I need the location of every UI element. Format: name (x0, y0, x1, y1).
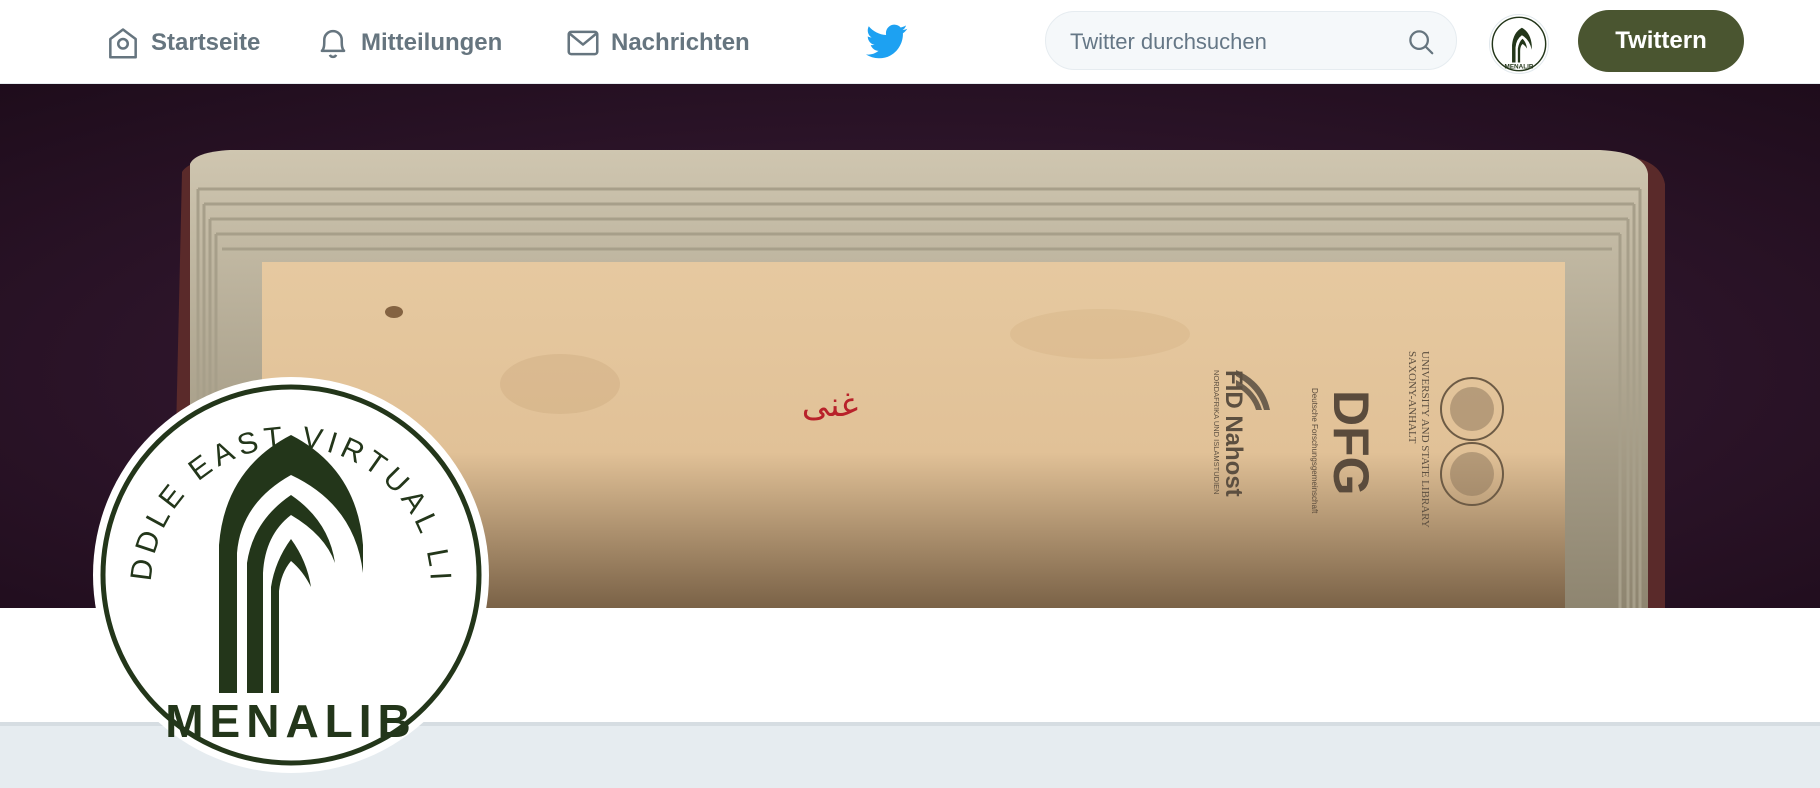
nav-notifications-label: Mitteilungen (361, 29, 503, 56)
bell-icon (320, 29, 346, 59)
envelope-icon (567, 30, 599, 56)
search-icon[interactable] (1406, 27, 1436, 57)
search-box[interactable] (1045, 11, 1457, 70)
svg-text:MENALIB: MENALIB (1505, 63, 1534, 70)
menalib-seal-small-icon: MENALIB (1491, 16, 1547, 72)
book-inscription: غنی (802, 385, 858, 425)
twitter-bird-icon (866, 24, 908, 59)
nav-notifications[interactable]: Mitteilungen (314, 22, 502, 64)
nav-home-label: Startseite (151, 29, 261, 56)
profile-avatar[interactable]: THE MIDDLE EAST VIRTUAL LIBRARY MENALIB (78, 351, 489, 773)
ulb-line1: UNIVERSITY AND STATE LIBRARY (1419, 351, 1431, 528)
fid-subtitle: NORDAFRIKA UND ISLAMSTUDIEN (1212, 370, 1221, 495)
fid-title: FID Nahost (1220, 370, 1247, 497)
profile-name: MENALIB (165, 695, 417, 747)
dfg-title: DFG (1323, 390, 1379, 496)
nav-messages[interactable]: Nachrichten (564, 22, 750, 64)
ulb-line2: SAXONY-ANHALT (1406, 351, 1418, 444)
user-avatar[interactable]: MENALIB (1489, 14, 1549, 74)
dfg-subtitle: Deutsche Forschungsgemeinschaft (1310, 388, 1319, 514)
tweet-button[interactable]: Twittern (1578, 10, 1744, 72)
nav-home[interactable]: Startseite (104, 22, 260, 64)
home-icon (109, 28, 137, 59)
search-input[interactable] (1068, 27, 1402, 57)
top-navigation-bar: Startseite Mitteilungen Nachrichten MENA… (0, 0, 1820, 84)
nav-messages-label: Nachrichten (611, 29, 750, 56)
twitter-logo[interactable] (866, 24, 908, 60)
menalib-seal-icon: THE MIDDLE EAST VIRTUAL LIBRARY MENALIB (78, 351, 482, 766)
